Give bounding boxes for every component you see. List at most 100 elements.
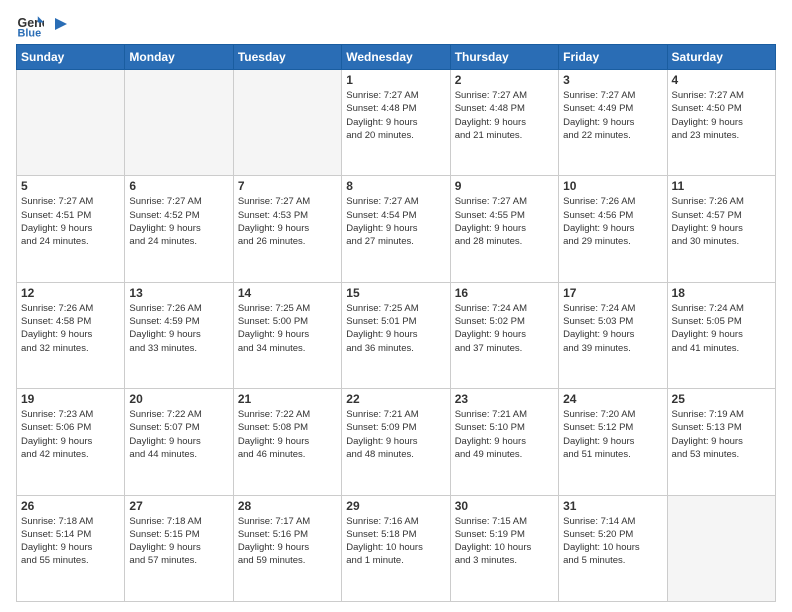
- page: General Blue SundayMondayTuesdayWed: [0, 0, 792, 612]
- calendar-cell: 15 Sunrise: 7:25 AMSunset: 5:01 PMDayligh…: [342, 282, 450, 388]
- calendar-cell: 19 Sunrise: 7:23 AMSunset: 5:06 PMDayligh…: [17, 389, 125, 495]
- day-number: 16: [455, 286, 554, 300]
- calendar-cell: 10 Sunrise: 7:26 AMSunset: 4:56 PMDayligh…: [559, 176, 667, 282]
- day-info: Sunrise: 7:24 AMSunset: 5:05 PMDaylight:…: [672, 302, 771, 355]
- day-number: 5: [21, 179, 120, 193]
- calendar-cell: 4Sunrise: 7:27 AMSunset: 4:50 PMDaylight…: [667, 70, 775, 176]
- day-number: 17: [563, 286, 662, 300]
- day-number: 23: [455, 392, 554, 406]
- day-info: Sunrise: 7:18 AMSunset: 5:14 PMDaylight:…: [21, 515, 120, 568]
- calendar-cell: 1Sunrise: 7:27 AMSunset: 4:48 PMDaylight…: [342, 70, 450, 176]
- calendar-table: SundayMondayTuesdayWednesdayThursdayFrid…: [16, 44, 776, 602]
- day-info: Sunrise: 7:27 AMSunset: 4:48 PMDaylight:…: [455, 89, 554, 142]
- calendar-cell: 17 Sunrise: 7:24 AMSunset: 5:03 PMDayligh…: [559, 282, 667, 388]
- calendar-cell: 31 Sunrise: 7:14 AMSunset: 5:20 PMDayligh…: [559, 495, 667, 601]
- day-number: 11: [672, 179, 771, 193]
- calendar-cell: 3Sunrise: 7:27 AMSunset: 4:49 PMDaylight…: [559, 70, 667, 176]
- calendar-cell: 6 Sunrise: 7:27 AMSunset: 4:52 PMDaylight…: [125, 176, 233, 282]
- day-info: Sunrise: 7:27 AMSunset: 4:52 PMDaylight:…: [129, 195, 228, 248]
- weekday-header-monday: Monday: [125, 45, 233, 70]
- day-number: 22: [346, 392, 445, 406]
- calendar-cell: 25 Sunrise: 7:19 AMSunset: 5:13 PMDayligh…: [667, 389, 775, 495]
- calendar-cell: 9Sunrise: 7:27 AMSunset: 4:55 PMDaylight…: [450, 176, 558, 282]
- calendar-cell: 23 Sunrise: 7:21 AMSunset: 5:10 PMDayligh…: [450, 389, 558, 495]
- week-row-1: 5 Sunrise: 7:27 AMSunset: 4:51 PMDaylight…: [17, 176, 776, 282]
- week-row-3: 19 Sunrise: 7:23 AMSunset: 5:06 PMDayligh…: [17, 389, 776, 495]
- weekday-header-friday: Friday: [559, 45, 667, 70]
- calendar-cell: 29 Sunrise: 7:16 AMSunset: 5:18 PMDayligh…: [342, 495, 450, 601]
- calendar-cell: 30 Sunrise: 7:15 AMSunset: 5:19 PMDayligh…: [450, 495, 558, 601]
- day-info: Sunrise: 7:20 AMSunset: 5:12 PMDaylight:…: [563, 408, 662, 461]
- day-info: Sunrise: 7:23 AMSunset: 5:06 PMDaylight:…: [21, 408, 120, 461]
- calendar-cell: 5 Sunrise: 7:27 AMSunset: 4:51 PMDaylight…: [17, 176, 125, 282]
- day-number: 29: [346, 499, 445, 513]
- week-row-0: 1 Sunrise: 7:27 AMSunset: 4:48 PMDaylight…: [17, 70, 776, 176]
- day-info: Sunrise: 7:19 AMSunset: 5:13 PMDaylight:…: [672, 408, 771, 461]
- day-info: Sunrise: 7:22 AMSunset: 5:08 PMDaylight:…: [238, 408, 337, 461]
- calendar-cell: 18Sunrise: 7:24 AMSunset: 5:05 PMDayligh…: [667, 282, 775, 388]
- weekday-header-saturday: Saturday: [667, 45, 775, 70]
- day-info: Sunrise: 7:27 AMSunset: 4:53 PMDaylight:…: [238, 195, 337, 248]
- weekday-header-row: SundayMondayTuesdayWednesdayThursdayFrid…: [17, 45, 776, 70]
- day-info: Sunrise: 7:26 AMSunset: 4:56 PMDaylight:…: [563, 195, 662, 248]
- weekday-header-wednesday: Wednesday: [342, 45, 450, 70]
- day-number: 10: [563, 179, 662, 193]
- day-number: 4: [672, 73, 771, 87]
- day-info: Sunrise: 7:14 AMSunset: 5:20 PMDaylight:…: [563, 515, 662, 568]
- calendar-cell: 22Sunrise: 7:21 AMSunset: 5:09 PMDayligh…: [342, 389, 450, 495]
- calendar-cell: 2 Sunrise: 7:27 AMSunset: 4:48 PMDaylight…: [450, 70, 558, 176]
- day-number: 28: [238, 499, 337, 513]
- day-number: 14: [238, 286, 337, 300]
- day-info: Sunrise: 7:25 AMSunset: 5:00 PMDaylight:…: [238, 302, 337, 355]
- day-number: 1: [346, 73, 445, 87]
- day-info: Sunrise: 7:25 AMSunset: 5:01 PMDaylight:…: [346, 302, 445, 355]
- calendar-cell: 24 Sunrise: 7:20 AMSunset: 5:12 PMDayligh…: [559, 389, 667, 495]
- day-number: 13: [129, 286, 228, 300]
- day-number: 15: [346, 286, 445, 300]
- day-number: 19: [21, 392, 120, 406]
- weekday-header-tuesday: Tuesday: [233, 45, 341, 70]
- day-info: Sunrise: 7:26 AMSunset: 4:59 PMDaylight:…: [129, 302, 228, 355]
- day-number: 7: [238, 179, 337, 193]
- day-info: Sunrise: 7:24 AMSunset: 5:03 PMDaylight:…: [563, 302, 662, 355]
- day-info: Sunrise: 7:16 AMSunset: 5:18 PMDaylight:…: [346, 515, 445, 568]
- day-info: Sunrise: 7:15 AMSunset: 5:19 PMDaylight:…: [455, 515, 554, 568]
- day-number: 2: [455, 73, 554, 87]
- day-info: Sunrise: 7:22 AMSunset: 5:07 PMDaylight:…: [129, 408, 228, 461]
- calendar-cell: 21 Sunrise: 7:22 AMSunset: 5:08 PMDayligh…: [233, 389, 341, 495]
- day-info: Sunrise: 7:27 AMSunset: 4:49 PMDaylight:…: [563, 89, 662, 142]
- day-number: 24: [563, 392, 662, 406]
- day-info: Sunrise: 7:26 AMSunset: 4:57 PMDaylight:…: [672, 195, 771, 248]
- day-info: Sunrise: 7:21 AMSunset: 5:10 PMDaylight:…: [455, 408, 554, 461]
- calendar-cell: [125, 70, 233, 176]
- calendar-cell: 20 Sunrise: 7:22 AMSunset: 5:07 PMDayligh…: [125, 389, 233, 495]
- calendar-cell: 7 Sunrise: 7:27 AMSunset: 4:53 PMDaylight…: [233, 176, 341, 282]
- svg-text:Blue: Blue: [18, 27, 42, 38]
- day-number: 27: [129, 499, 228, 513]
- calendar-cell: 27Sunrise: 7:18 AMSunset: 5:15 PMDayligh…: [125, 495, 233, 601]
- day-number: 31: [563, 499, 662, 513]
- week-row-4: 26 Sunrise: 7:18 AMSunset: 5:14 PMDayligh…: [17, 495, 776, 601]
- weekday-header-thursday: Thursday: [450, 45, 558, 70]
- day-number: 26: [21, 499, 120, 513]
- day-number: 20: [129, 392, 228, 406]
- day-number: 12: [21, 286, 120, 300]
- day-number: 6: [129, 179, 228, 193]
- calendar-cell: [233, 70, 341, 176]
- day-number: 8: [346, 179, 445, 193]
- calendar-cell: [17, 70, 125, 176]
- day-info: Sunrise: 7:26 AMSunset: 4:58 PMDaylight:…: [21, 302, 120, 355]
- day-info: Sunrise: 7:27 AMSunset: 4:54 PMDaylight:…: [346, 195, 445, 248]
- day-number: 21: [238, 392, 337, 406]
- calendar-cell: 28Sunrise: 7:17 AMSunset: 5:16 PMDayligh…: [233, 495, 341, 601]
- day-number: 30: [455, 499, 554, 513]
- calendar-cell: [667, 495, 775, 601]
- calendar-cell: 26 Sunrise: 7:18 AMSunset: 5:14 PMDayligh…: [17, 495, 125, 601]
- calendar-cell: 16Sunrise: 7:24 AMSunset: 5:02 PMDayligh…: [450, 282, 558, 388]
- calendar-cell: 14 Sunrise: 7:25 AMSunset: 5:00 PMDayligh…: [233, 282, 341, 388]
- day-info: Sunrise: 7:27 AMSunset: 4:51 PMDaylight:…: [21, 195, 120, 248]
- day-info: Sunrise: 7:27 AMSunset: 4:55 PMDaylight:…: [455, 195, 554, 248]
- logo-arrow-icon: [49, 15, 67, 33]
- day-number: 25: [672, 392, 771, 406]
- week-row-2: 12 Sunrise: 7:26 AMSunset: 4:58 PMDayligh…: [17, 282, 776, 388]
